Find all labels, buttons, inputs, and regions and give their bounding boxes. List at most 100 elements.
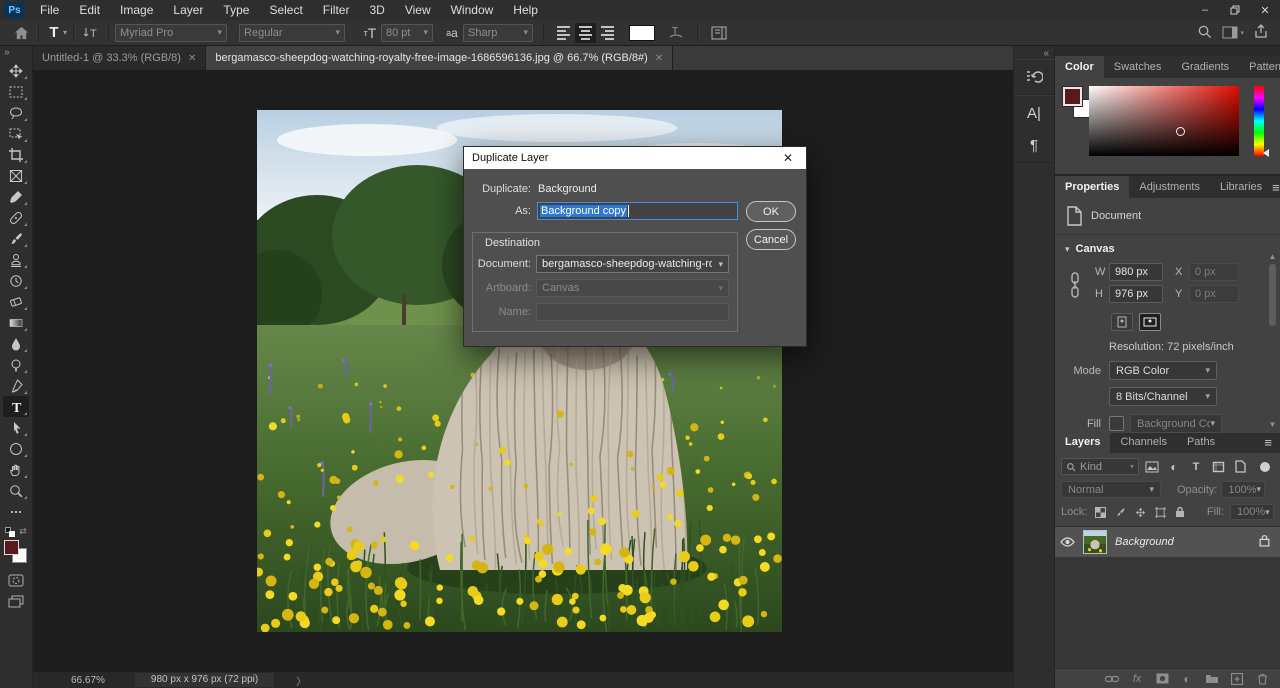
lock-artboard-icon[interactable] — [1153, 507, 1167, 518]
zoom-level[interactable]: 66.67% — [71, 675, 105, 686]
align-center-button[interactable] — [575, 23, 596, 43]
layers-tab-paths[interactable]: Paths — [1177, 431, 1225, 453]
menu-edit[interactable]: Edit — [69, 0, 110, 20]
opacity-field[interactable]: 100%▾ — [1221, 481, 1265, 498]
add-layer-mask-icon[interactable] — [1154, 673, 1170, 684]
layer-styles-icon[interactable]: fx — [1129, 673, 1145, 685]
menu-layer[interactable]: Layer — [163, 0, 213, 20]
layer-row-background[interactable]: Background — [1055, 527, 1280, 557]
lock-position-icon[interactable] — [1133, 507, 1147, 518]
history-panel-icon[interactable] — [1022, 66, 1046, 88]
menu-file[interactable]: File — [30, 0, 69, 20]
filter-shape-layers-icon[interactable] — [1209, 458, 1227, 475]
fill-checkbox[interactable] — [1109, 416, 1124, 431]
fill-select[interactable]: Background Color▾ — [1130, 414, 1222, 433]
healing-brush-tool[interactable] — [3, 207, 29, 228]
history-brush-tool[interactable] — [3, 270, 29, 291]
hand-tool[interactable] — [3, 459, 29, 480]
foreground-color-swatch[interactable] — [4, 540, 19, 555]
filter-smart-objects-icon[interactable] — [1231, 458, 1249, 475]
properties-scrollbar[interactable]: ▲ ▼ — [1267, 252, 1278, 429]
restore-button[interactable] — [1220, 0, 1250, 20]
edit-toolbar-tool[interactable] — [3, 501, 29, 522]
clone-stamp-tool[interactable] — [3, 249, 29, 270]
align-right-button[interactable] — [596, 23, 617, 43]
layers-tab-layers[interactable]: Layers — [1055, 431, 1110, 453]
menu-view[interactable]: View — [395, 0, 441, 20]
properties-tab-properties[interactable]: Properties — [1055, 176, 1129, 198]
type-tool-preset[interactable]: T — [45, 22, 63, 44]
new-layer-icon[interactable] — [1229, 673, 1245, 685]
menu-filter[interactable]: Filter — [313, 0, 360, 20]
lock-all-icon[interactable] — [1173, 506, 1187, 518]
hue-slider-arrow[interactable] — [1263, 149, 1269, 157]
menu-window[interactable]: Window — [441, 0, 504, 20]
anti-alias-select[interactable]: Sharp▾ — [463, 24, 533, 42]
lasso-tool[interactable] — [3, 102, 29, 123]
bit-depth-select[interactable]: 8 Bits/Channel▾ — [1109, 387, 1217, 406]
filter-adjustment-layers-icon[interactable]: ◐ — [1165, 458, 1183, 475]
layer-filter-kind-select[interactable]: Kind▾ — [1061, 458, 1139, 475]
delete-layer-icon[interactable] — [1254, 673, 1270, 685]
link-dimensions-icon[interactable] — [1069, 271, 1081, 301]
quick-mask-button[interactable] — [3, 570, 29, 591]
lock-transparency-icon[interactable] — [1093, 507, 1107, 518]
canvas-section-header[interactable]: ▾ Canvas — [1065, 243, 1280, 255]
toolbar-collapse-icon[interactable]: » — [0, 46, 9, 60]
destination-document-select[interactable]: bergamasco-sheepdog-watching-royalt...▾ — [536, 255, 729, 273]
blend-mode-select[interactable]: Normal▾ — [1061, 481, 1161, 498]
saturation-brightness-field[interactable] — [1089, 86, 1239, 156]
landscape-orientation-button[interactable] — [1139, 313, 1161, 331]
layer-name[interactable]: Background — [1115, 536, 1174, 548]
search-icon[interactable] — [1197, 24, 1212, 42]
dodge-tool[interactable] — [3, 354, 29, 375]
document-size-info[interactable]: 980 px x 976 px (72 ppi) — [135, 673, 274, 687]
font-style-select[interactable]: Regular▾ — [239, 24, 345, 42]
swap-colors-icon[interactable]: ⇄ — [19, 526, 27, 537]
font-family-select[interactable]: Myriad Pro▾ — [115, 24, 227, 42]
text-color-swatch[interactable] — [629, 25, 655, 41]
dock-collapse-icon[interactable]: « — [1014, 46, 1054, 59]
layers-panel-menu-icon[interactable]: ≡ — [1264, 431, 1280, 453]
menu-type[interactable]: Type — [213, 0, 259, 20]
warp-text-icon[interactable]: T — [665, 22, 687, 44]
dialog-close-button[interactable]: ✕ — [770, 151, 806, 165]
layer-thumbnail[interactable] — [1083, 530, 1107, 554]
home-icon[interactable] — [10, 22, 32, 44]
document-tab-2[interactable]: bergamasco-sheepdog-watching-royalty-fre… — [206, 46, 673, 70]
toggle-panels-icon[interactable] — [708, 22, 730, 44]
menu-select[interactable]: Select — [259, 0, 312, 20]
close-button[interactable]: ✕ — [1250, 0, 1280, 20]
layer-filter-toggle[interactable] — [1260, 462, 1270, 472]
eraser-tool[interactable] — [3, 291, 29, 312]
share-icon[interactable] — [1254, 24, 1268, 42]
lock-pixels-icon[interactable] — [1113, 507, 1127, 518]
document-tab-1[interactable]: Untitled-1 @ 33.3% (RGB/8)✕ — [33, 46, 206, 70]
new-group-icon[interactable] — [1204, 673, 1220, 684]
link-layers-icon[interactable] — [1104, 675, 1120, 683]
type-tool[interactable]: T — [3, 396, 29, 417]
foreground-color-swatch[interactable] — [1063, 87, 1082, 106]
layer-visibility-toggle[interactable] — [1055, 537, 1079, 547]
properties-panel-menu-icon[interactable]: ≡ — [1272, 176, 1280, 198]
color-tab-swatches[interactable]: Swatches — [1104, 56, 1172, 78]
portrait-orientation-button[interactable] — [1111, 313, 1133, 331]
width-field[interactable]: 980 px — [1109, 263, 1163, 281]
color-tab-gradients[interactable]: Gradients — [1171, 56, 1239, 78]
cancel-button[interactable]: Cancel — [746, 229, 796, 250]
blur-tool[interactable] — [3, 333, 29, 354]
status-chevron-icon[interactable]: 〉 — [296, 673, 306, 688]
menu-help[interactable]: Help — [503, 0, 548, 20]
properties-tab-libraries[interactable]: Libraries — [1210, 176, 1272, 198]
as-input[interactable]: Background copy — [537, 202, 738, 220]
height-field[interactable]: 976 px — [1109, 285, 1163, 303]
color-tab-color[interactable]: Color — [1055, 56, 1104, 78]
frame-tool[interactable] — [3, 165, 29, 186]
hue-slider[interactable] — [1254, 86, 1264, 156]
shape-tool[interactable] — [3, 438, 29, 459]
gradient-tool[interactable] — [3, 312, 29, 333]
brush-tool[interactable] — [3, 228, 29, 249]
font-size-select[interactable]: 80 pt▾ — [381, 24, 433, 42]
object-selection-tool[interactable] — [3, 123, 29, 144]
layers-tab-channels[interactable]: Channels — [1110, 431, 1176, 453]
